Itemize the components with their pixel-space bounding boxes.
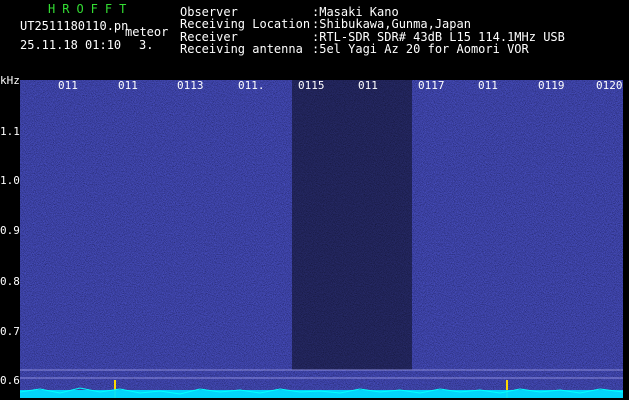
location-label: Receiving Location — [180, 17, 311, 32]
metadata-values: :Masaki Kano :Shibukawa,Gunma,Japan :RTL… — [312, 6, 565, 55]
metadata-labels: Observer Receiving Location Receiver Rec… — [180, 6, 310, 55]
y-tick-0-6: 0.6 — [0, 374, 20, 387]
dark-band — [292, 80, 412, 370]
x-tick-label: 0113 — [177, 79, 204, 92]
y-tick-1-0: 1.0 — [0, 174, 20, 187]
x-tick-label: 011 — [478, 79, 498, 92]
x-tick-label: 0117 — [418, 79, 445, 92]
timestamp: 25.11.18 01:10 — [20, 38, 122, 52]
channel-label: 3. — [139, 38, 154, 52]
x-tick-label: 0120 — [596, 79, 623, 92]
antenna-label: Receiving antenna — [180, 41, 303, 56]
spectrogram-image — [19, 80, 624, 398]
hrofft-window: HROFFT UT2511180110.pn meteor 25.11.18 0… — [0, 0, 629, 400]
y-tick-0-8: 0.8 — [0, 275, 20, 288]
brand-text: HROFFT — [48, 2, 134, 16]
brand-label: HROFFT — [48, 2, 133, 16]
location-value: :Shibukawa,Gunma,Japan — [312, 17, 471, 32]
x-tick-label: 011 — [358, 79, 378, 92]
spectrogram — [19, 80, 624, 398]
antenna-value: :5el Yagi Az 20 for Aomori VOR — [312, 41, 529, 56]
y-tick-1-1: 1.1 — [0, 125, 20, 138]
frequency-unit-label: kHz — [0, 74, 20, 87]
x-tick-label: 0119 — [538, 79, 565, 92]
meteor-label: meteor — [125, 25, 169, 39]
x-tick-label: 011. — [238, 79, 265, 92]
y-tick-0-7: 0.7 — [0, 325, 20, 338]
file-name: UT2511180110.pn — [20, 19, 129, 33]
x-tick-label: 011 — [58, 79, 78, 92]
y-tick-0-9: 0.9 — [0, 224, 20, 237]
x-tick-label: 0115 — [298, 79, 325, 92]
x-tick-label: 011 — [118, 79, 138, 92]
